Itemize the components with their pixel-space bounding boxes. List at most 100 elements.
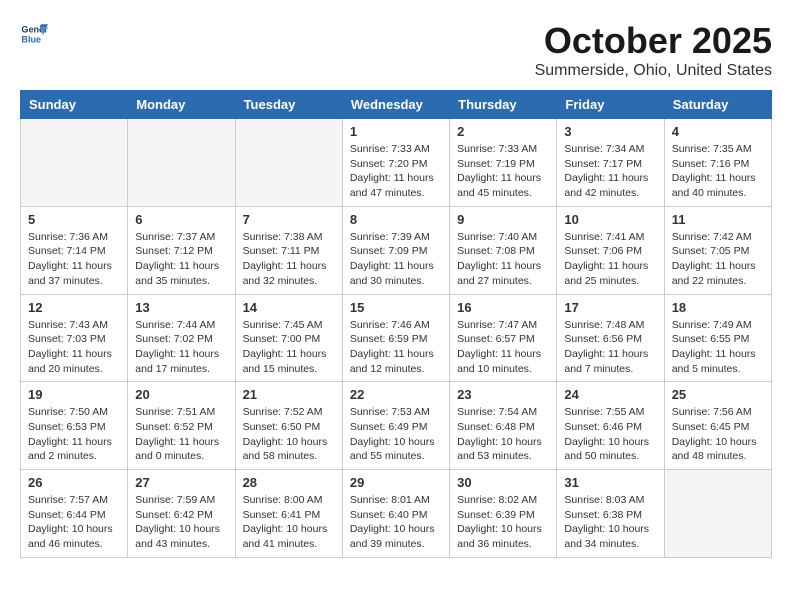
day-number: 13 bbox=[135, 300, 227, 315]
calendar-cell: 21Sunrise: 7:52 AM Sunset: 6:50 PM Dayli… bbox=[235, 382, 342, 470]
calendar-cell: 28 Sunrise: 8:00 AM Sunset: 6:41 PM Dayli… bbox=[235, 470, 342, 558]
day-number: 18 bbox=[672, 300, 764, 315]
calendar-cell: 16 Sunrise: 7:47 AM Sunset: 6:57 PM Dayli… bbox=[450, 294, 557, 382]
calendar-cell bbox=[235, 119, 342, 207]
weekday-header-sunday: Sunday bbox=[21, 91, 128, 119]
day-number: 2 bbox=[457, 124, 549, 139]
day-number: 1 bbox=[350, 124, 442, 139]
day-info: Sunrise: 7:49 AM Sunset: 6:55 PM Dayligh… bbox=[672, 318, 764, 377]
day-info: Sunrise: 7:48 AM Sunset: 6:56 PM Dayligh… bbox=[564, 318, 656, 377]
calendar-cell: 12 Sunrise: 7:43 AM Sunset: 7:03 PM Dayli… bbox=[21, 294, 128, 382]
day-number: 27 bbox=[135, 475, 227, 490]
day-info: Sunrise: 7:45 AM Sunset: 7:00 PM Dayligh… bbox=[243, 318, 335, 377]
calendar-cell: 29 Sunrise: 8:01 AM Sunset: 6:40 PM Dayli… bbox=[342, 470, 449, 558]
week-row-1: 1 Sunrise: 7:33 AM Sunset: 7:20 PM Daylig… bbox=[21, 119, 772, 207]
day-info: Sunrise: 7:57 AM Sunset: 6:44 PM Dayligh… bbox=[28, 493, 120, 552]
calendar-cell: 10 Sunrise: 7:41 AM Sunset: 7:06 PM Dayli… bbox=[557, 206, 664, 294]
day-number: 11 bbox=[672, 212, 764, 227]
day-info: Sunrise: 7:44 AM Sunset: 7:02 PM Dayligh… bbox=[135, 318, 227, 377]
calendar-cell: 4 Sunrise: 7:35 AM Sunset: 7:16 PM Daylig… bbox=[664, 119, 771, 207]
day-number: 17 bbox=[564, 300, 656, 315]
calendar-cell: 11 Sunrise: 7:42 AM Sunset: 7:05 PM Dayli… bbox=[664, 206, 771, 294]
weekday-header-thursday: Thursday bbox=[450, 91, 557, 119]
calendar-cell: 24 Sunrise: 7:55 AM Sunset: 6:46 PM Dayli… bbox=[557, 382, 664, 470]
day-info: Sunrise: 7:46 AM Sunset: 6:59 PM Dayligh… bbox=[350, 318, 442, 377]
day-info: Sunrise: 7:36 AM Sunset: 7:14 PM Dayligh… bbox=[28, 230, 120, 289]
calendar-cell: 30 Sunrise: 8:02 AM Sunset: 6:39 PM Dayli… bbox=[450, 470, 557, 558]
calendar-cell: 15 Sunrise: 7:46 AM Sunset: 6:59 PM Dayli… bbox=[342, 294, 449, 382]
day-number: 15 bbox=[350, 300, 442, 315]
day-number: 14 bbox=[243, 300, 335, 315]
calendar-cell: 9 Sunrise: 7:40 AM Sunset: 7:08 PM Daylig… bbox=[450, 206, 557, 294]
day-info: Sunrise: 7:38 AM Sunset: 7:11 PM Dayligh… bbox=[243, 230, 335, 289]
calendar-cell: 23Sunrise: 7:54 AM Sunset: 6:48 PM Dayli… bbox=[450, 382, 557, 470]
day-info: Sunrise: 7:52 AM Sunset: 6:50 PM Dayligh… bbox=[243, 405, 335, 464]
calendar-cell: 26 Sunrise: 7:57 AM Sunset: 6:44 PM Dayli… bbox=[21, 470, 128, 558]
day-info: Sunrise: 7:39 AM Sunset: 7:09 PM Dayligh… bbox=[350, 230, 442, 289]
day-number: 30 bbox=[457, 475, 549, 490]
calendar-cell: 14 Sunrise: 7:45 AM Sunset: 7:00 PM Dayli… bbox=[235, 294, 342, 382]
day-info: Sunrise: 7:43 AM Sunset: 7:03 PM Dayligh… bbox=[28, 318, 120, 377]
calendar-cell: 25 Sunrise: 7:56 AM Sunset: 6:45 PM Dayli… bbox=[664, 382, 771, 470]
calendar-cell: 27 Sunrise: 7:59 AM Sunset: 6:42 PM Dayli… bbox=[128, 470, 235, 558]
calendar-cell: 20 Sunrise: 7:51 AM Sunset: 6:52 PM Dayli… bbox=[128, 382, 235, 470]
location-title: Summerside, Ohio, United States bbox=[535, 62, 772, 80]
day-number: 26 bbox=[28, 475, 120, 490]
day-number: 12 bbox=[28, 300, 120, 315]
day-info: Sunrise: 7:55 AM Sunset: 6:46 PM Dayligh… bbox=[564, 405, 656, 464]
calendar-cell: 2 Sunrise: 7:33 AM Sunset: 7:19 PM Daylig… bbox=[450, 119, 557, 207]
day-info: Sunrise: 7:50 AM Sunset: 6:53 PM Dayligh… bbox=[28, 405, 120, 464]
day-number: 16 bbox=[457, 300, 549, 315]
day-info: Sunrise: 7:47 AM Sunset: 6:57 PM Dayligh… bbox=[457, 318, 549, 377]
weekday-header-row: SundayMondayTuesdayWednesdayThursdayFrid… bbox=[21, 91, 772, 119]
week-row-3: 12 Sunrise: 7:43 AM Sunset: 7:03 PM Dayli… bbox=[21, 294, 772, 382]
week-row-4: 19 Sunrise: 7:50 AM Sunset: 6:53 PM Dayli… bbox=[21, 382, 772, 470]
day-info: Sunrise: 7:42 AM Sunset: 7:05 PM Dayligh… bbox=[672, 230, 764, 289]
calendar-cell bbox=[664, 470, 771, 558]
day-info: Sunrise: 8:02 AM Sunset: 6:39 PM Dayligh… bbox=[457, 493, 549, 552]
day-info: Sunrise: 7:40 AM Sunset: 7:08 PM Dayligh… bbox=[457, 230, 549, 289]
day-number: 4 bbox=[672, 124, 764, 139]
weekday-header-saturday: Saturday bbox=[664, 91, 771, 119]
day-info: Sunrise: 8:00 AM Sunset: 6:41 PM Dayligh… bbox=[243, 493, 335, 552]
day-number: 10 bbox=[564, 212, 656, 227]
week-row-5: 26 Sunrise: 7:57 AM Sunset: 6:44 PM Dayli… bbox=[21, 470, 772, 558]
day-number: 23 bbox=[457, 387, 549, 402]
calendar-cell bbox=[128, 119, 235, 207]
day-info: Sunrise: 7:35 AM Sunset: 7:16 PM Dayligh… bbox=[672, 142, 764, 201]
calendar-cell bbox=[21, 119, 128, 207]
calendar: SundayMondayTuesdayWednesdayThursdayFrid… bbox=[20, 90, 772, 558]
day-info: Sunrise: 7:41 AM Sunset: 7:06 PM Dayligh… bbox=[564, 230, 656, 289]
day-info: Sunrise: 8:03 AM Sunset: 6:38 PM Dayligh… bbox=[564, 493, 656, 552]
weekday-header-tuesday: Tuesday bbox=[235, 91, 342, 119]
calendar-cell: 22Sunrise: 7:53 AM Sunset: 6:49 PM Dayli… bbox=[342, 382, 449, 470]
weekday-header-monday: Monday bbox=[128, 91, 235, 119]
day-number: 31 bbox=[564, 475, 656, 490]
week-row-2: 5Sunrise: 7:36 AM Sunset: 7:14 PM Daylig… bbox=[21, 206, 772, 294]
day-info: Sunrise: 7:33 AM Sunset: 7:20 PM Dayligh… bbox=[350, 142, 442, 201]
title-section: October 2025 Summerside, Ohio, United St… bbox=[535, 20, 772, 80]
day-number: 24 bbox=[564, 387, 656, 402]
day-number: 19 bbox=[28, 387, 120, 402]
day-info: Sunrise: 7:56 AM Sunset: 6:45 PM Dayligh… bbox=[672, 405, 764, 464]
day-info: Sunrise: 7:34 AM Sunset: 7:17 PM Dayligh… bbox=[564, 142, 656, 201]
day-info: Sunrise: 7:59 AM Sunset: 6:42 PM Dayligh… bbox=[135, 493, 227, 552]
day-info: Sunrise: 7:33 AM Sunset: 7:19 PM Dayligh… bbox=[457, 142, 549, 201]
svg-text:Blue: Blue bbox=[21, 34, 41, 44]
calendar-cell: 18 Sunrise: 7:49 AM Sunset: 6:55 PM Dayli… bbox=[664, 294, 771, 382]
day-number: 20 bbox=[135, 387, 227, 402]
calendar-cell: 19 Sunrise: 7:50 AM Sunset: 6:53 PM Dayli… bbox=[21, 382, 128, 470]
calendar-cell: 13 Sunrise: 7:44 AM Sunset: 7:02 PM Dayli… bbox=[128, 294, 235, 382]
day-number: 6 bbox=[135, 212, 227, 227]
calendar-cell: 17 Sunrise: 7:48 AM Sunset: 6:56 PM Dayli… bbox=[557, 294, 664, 382]
calendar-cell: 3Sunrise: 7:34 AM Sunset: 7:17 PM Daylig… bbox=[557, 119, 664, 207]
day-info: Sunrise: 7:51 AM Sunset: 6:52 PM Dayligh… bbox=[135, 405, 227, 464]
day-info: Sunrise: 8:01 AM Sunset: 6:40 PM Dayligh… bbox=[350, 493, 442, 552]
day-number: 29 bbox=[350, 475, 442, 490]
day-number: 8 bbox=[350, 212, 442, 227]
day-number: 28 bbox=[243, 475, 335, 490]
day-number: 25 bbox=[672, 387, 764, 402]
month-title: October 2025 bbox=[535, 20, 772, 62]
day-number: 9 bbox=[457, 212, 549, 227]
weekday-header-friday: Friday bbox=[557, 91, 664, 119]
